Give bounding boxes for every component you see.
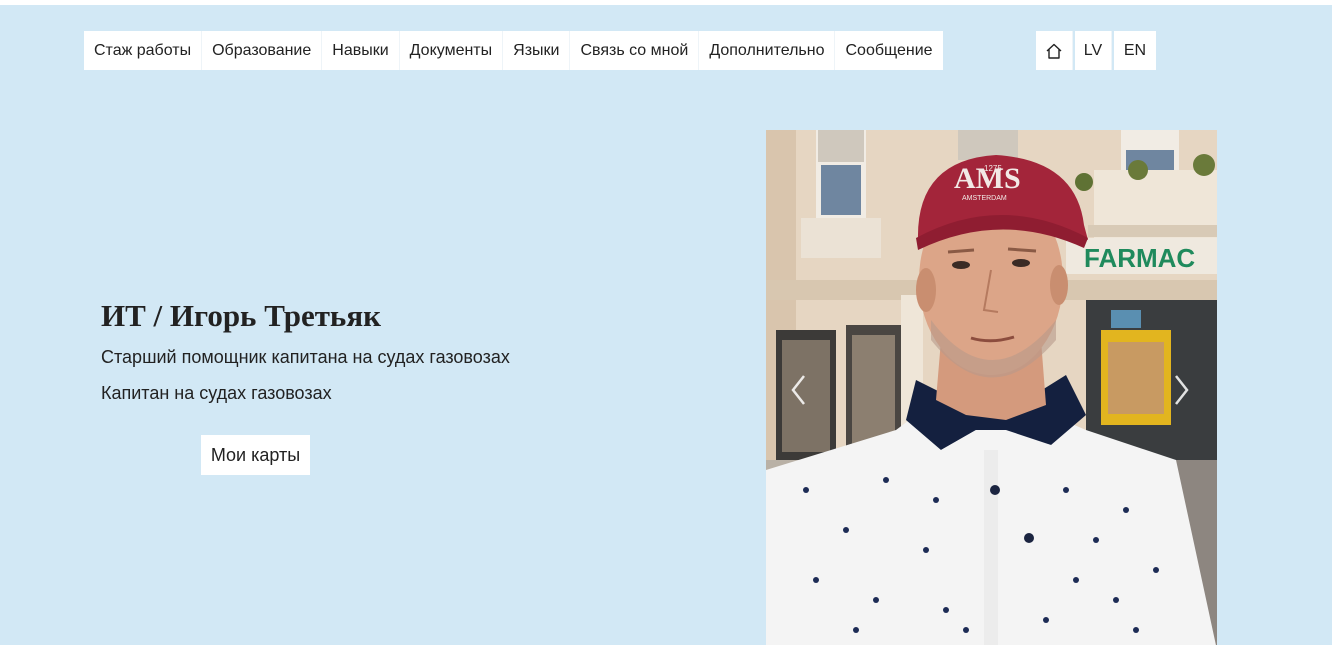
carousel-next-button[interactable]: [1170, 368, 1194, 412]
chevron-left-icon: [791, 375, 805, 405]
chevron-right-icon: [1175, 375, 1189, 405]
position-captain: Капитан на судах газовозах: [101, 383, 332, 403]
lang-en-link[interactable]: EN: [1114, 31, 1156, 70]
page-title: ИТ / Игорь Третьяк: [101, 298, 381, 333]
top-strip: [0, 0, 1332, 5]
profile-photo: FARMAC AMS 1275 AMSTERDAM: [766, 130, 1217, 645]
home-button[interactable]: [1036, 31, 1073, 70]
svg-text:1275: 1275: [984, 164, 1002, 173]
secondary-nav: LV EN: [1036, 31, 1156, 70]
nav-item-message[interactable]: Сообщение: [835, 31, 942, 70]
nav-item-skills[interactable]: Навыки: [322, 31, 400, 70]
home-icon: [1046, 43, 1062, 59]
nav-item-experience[interactable]: Стаж работы: [84, 31, 203, 70]
nav-item-contact[interactable]: Связь со мной: [570, 31, 700, 70]
svg-text:AMSTERDAM: AMSTERDAM: [962, 195, 1007, 202]
nav-item-additional[interactable]: Дополнительно: [699, 31, 836, 70]
my-cards-button[interactable]: Мои карты: [201, 435, 310, 475]
nav-item-languages[interactable]: Языки: [503, 31, 571, 70]
nav-item-education[interactable]: Образование: [202, 31, 323, 70]
lang-lv-link[interactable]: LV: [1075, 31, 1112, 70]
nav-item-documents[interactable]: Документы: [400, 31, 504, 70]
main-nav: Стаж работы Образование Навыки Документы…: [84, 31, 943, 70]
photo-carousel: FARMAC AMS 1275 AMSTERDAM: [766, 130, 1217, 645]
svg-text:FARMAC: FARMAC: [1084, 243, 1195, 273]
position-senior-mate: Старший помощник капитана на судах газов…: [101, 347, 510, 367]
carousel-prev-button[interactable]: [786, 368, 810, 412]
